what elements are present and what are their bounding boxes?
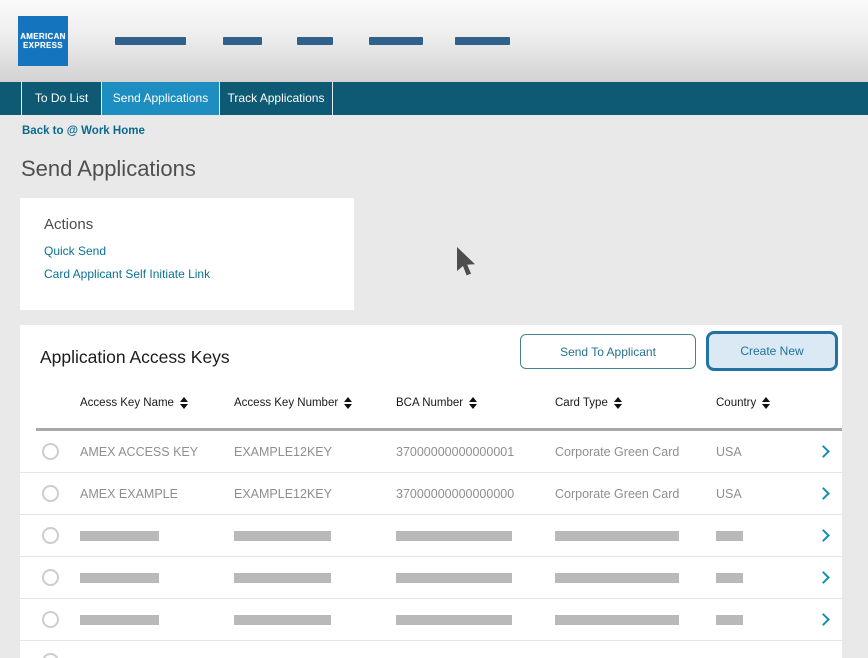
table-row[interactable]: AMEX EXAMPLE EXAMPLE12KEY 37000000000000… <box>20 473 842 515</box>
row-radio-button[interactable] <box>42 569 59 586</box>
tab-to-do-list[interactable]: To Do List <box>21 82 101 115</box>
sort-icon[interactable] <box>614 397 622 409</box>
sort-icon[interactable] <box>180 397 188 409</box>
cell-access-key-number: EXAMPLE12KEY <box>234 473 332 515</box>
amex-logo-line2: EXPRESS <box>23 41 63 50</box>
redacted-text-bar <box>716 615 743 625</box>
redacted-text-bar <box>716 531 743 541</box>
redacted-text-bar <box>234 573 331 583</box>
cell-card-type: Corporate Green Card <box>555 431 679 473</box>
amex-logo[interactable]: AMERICAN EXPRESS <box>18 16 68 66</box>
column-header-access-key-name[interactable]: Access Key Name <box>80 397 188 409</box>
column-label: Access Key Number <box>234 397 338 409</box>
table-row-placeholder-partial[interactable] <box>20 641 842 658</box>
chevron-right-icon[interactable] <box>817 487 830 500</box>
create-new-button[interactable]: Create New <box>706 331 838 371</box>
redacted-text-bar <box>716 573 743 583</box>
send-to-applicant-button[interactable]: Send To Applicant <box>520 334 696 369</box>
chevron-right-icon[interactable] <box>817 571 830 584</box>
table-row-placeholder[interactable] <box>20 557 842 599</box>
actions-panel: Actions Quick Send Card Applicant Self I… <box>20 198 354 310</box>
redacted-text-bar <box>396 615 512 625</box>
sort-icon[interactable] <box>344 397 352 409</box>
nav-placeholder-bar-5[interactable] <box>455 37 510 45</box>
top-header: AMERICAN EXPRESS <box>0 0 868 82</box>
cell-access-key-number: EXAMPLE12KEY <box>234 431 332 473</box>
column-label: BCA Number <box>396 397 463 409</box>
redacted-text-bar <box>80 573 159 583</box>
redacted-text-bar <box>555 531 679 541</box>
nav-placeholder-bar-1[interactable] <box>115 37 186 45</box>
redacted-text-bar <box>234 615 331 625</box>
column-header-card-type[interactable]: Card Type <box>555 397 622 409</box>
chevron-right-icon[interactable] <box>817 529 830 542</box>
chevron-right-icon[interactable] <box>817 445 830 458</box>
cell-country: USA <box>716 473 742 515</box>
amex-logo-line1: AMERICAN <box>20 32 66 41</box>
column-label: Country <box>716 397 756 409</box>
column-header-country[interactable]: Country <box>716 397 770 409</box>
redacted-text-bar <box>396 531 512 541</box>
table-row-placeholder[interactable] <box>20 599 842 641</box>
row-radio-button[interactable] <box>42 653 59 658</box>
cell-bca-number: 37000000000000001 <box>396 431 514 473</box>
tab-bar: To Do List Send Applications Track Appli… <box>0 82 868 115</box>
page-title: Send Applications <box>21 156 196 182</box>
table-row[interactable]: AMEX ACCESS KEY EXAMPLE12KEY 37000000000… <box>20 431 842 473</box>
cell-country: USA <box>716 431 742 473</box>
column-label: Access Key Name <box>80 397 174 409</box>
table-title: Application Access Keys <box>40 347 230 368</box>
row-radio-button[interactable] <box>42 443 59 460</box>
nav-placeholder-bar-4[interactable] <box>369 37 423 45</box>
redacted-text-bar <box>555 573 679 583</box>
sort-icon[interactable] <box>762 397 770 409</box>
nav-placeholder-bar-2[interactable] <box>223 37 262 45</box>
tab-send-applications[interactable]: Send Applications <box>101 82 219 115</box>
cell-bca-number: 37000000000000000 <box>396 473 514 515</box>
tab-track-applications[interactable]: Track Applications <box>219 82 333 115</box>
table-body: AMEX ACCESS KEY EXAMPLE12KEY 37000000000… <box>20 431 842 658</box>
row-radio-button[interactable] <box>42 485 59 502</box>
quick-send-link[interactable]: Quick Send <box>44 244 106 258</box>
application-access-keys-panel: Application Access Keys Send To Applican… <box>20 325 842 658</box>
redacted-text-bar <box>234 531 331 541</box>
redacted-text-bar <box>80 531 159 541</box>
column-header-access-key-number[interactable]: Access Key Number <box>234 397 352 409</box>
redacted-text-bar <box>396 573 512 583</box>
back-to-work-home-link[interactable]: Back to @ Work Home <box>22 125 145 137</box>
sort-icon[interactable] <box>469 397 477 409</box>
app-window: AMERICAN EXPRESS To Do List Send Applica… <box>0 0 868 658</box>
cell-access-key-name: AMEX ACCESS KEY <box>80 431 198 473</box>
row-radio-button[interactable] <box>42 527 59 544</box>
redacted-text-bar <box>80 615 159 625</box>
column-header-bca-number[interactable]: BCA Number <box>396 397 477 409</box>
cell-card-type: Corporate Green Card <box>555 473 679 515</box>
tab-bar-lead <box>0 82 21 115</box>
chevron-right-icon[interactable] <box>817 613 830 626</box>
column-label: Card Type <box>555 397 608 409</box>
actions-panel-title: Actions <box>44 216 93 233</box>
card-applicant-self-initiate-link[interactable]: Card Applicant Self Initiate Link <box>44 267 210 281</box>
nav-placeholder-bar-3[interactable] <box>297 37 333 45</box>
cell-access-key-name: AMEX EXAMPLE <box>80 473 178 515</box>
table-row-placeholder[interactable] <box>20 515 842 557</box>
row-radio-button[interactable] <box>42 611 59 628</box>
mouse-cursor-icon <box>455 247 479 279</box>
redacted-text-bar <box>555 615 679 625</box>
